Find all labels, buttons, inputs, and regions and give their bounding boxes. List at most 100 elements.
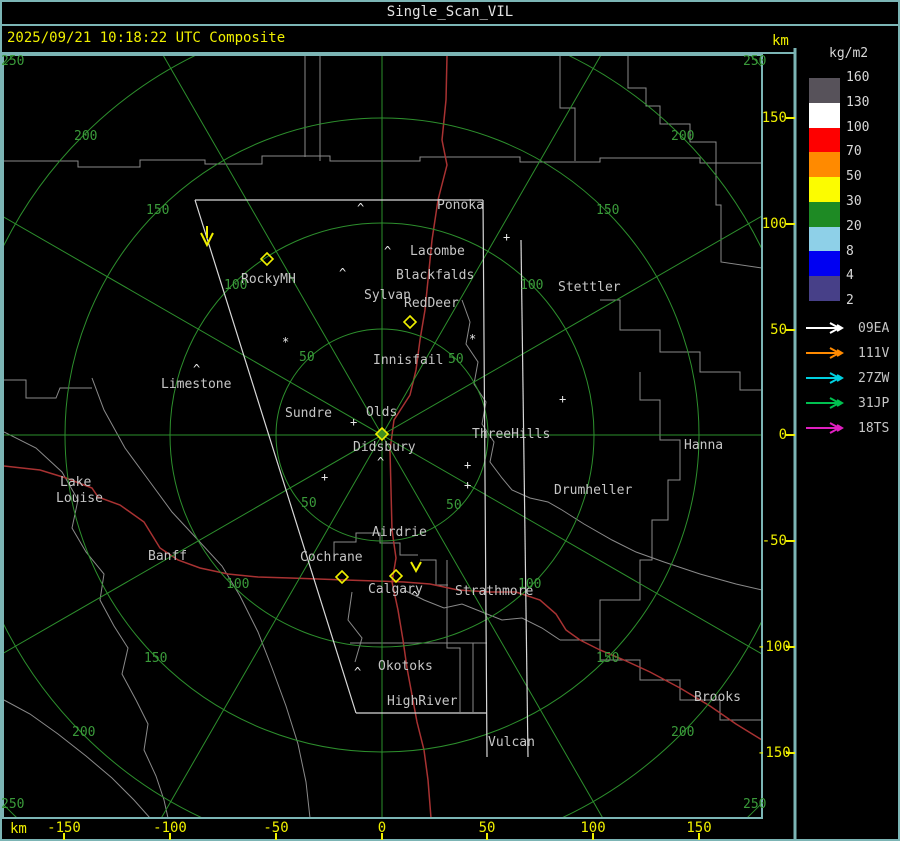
town-marker: ^: [354, 665, 362, 679]
town-label-okotoks: Okotoks: [378, 659, 433, 674]
ring-distance-label: 250: [743, 797, 767, 812]
ring-distance-label: 250: [743, 54, 767, 69]
radar-arrow-icon: [806, 322, 844, 334]
ring-distance-label: 200: [671, 725, 695, 740]
town-label-didsbury: Didsbury: [353, 440, 416, 455]
x-tick: [592, 833, 594, 840]
y-tick: [786, 223, 795, 225]
radar-id-label: 27ZW: [858, 370, 890, 386]
y-tick: [786, 540, 795, 542]
ring-distance-label: 100: [226, 577, 250, 592]
y-tick: [786, 752, 795, 754]
town-label-banff: Banff: [148, 549, 188, 564]
town-label-brooks: Brooks: [694, 690, 741, 705]
colorbar-value: 100: [846, 119, 870, 135]
radar-id-label: 09EA: [858, 320, 890, 336]
colorbar-swatch: [809, 226, 840, 252]
town-marker: ^: [339, 266, 347, 280]
town-label-hanna: Hanna: [684, 438, 724, 453]
town-label-stettler: Stettler: [558, 280, 621, 295]
radar-app-window: Single_Scan_VIL 2025/09/21 10:18:22 UTC …: [0, 0, 900, 841]
town-label-lacombe: Lacombe: [410, 244, 465, 259]
ring-distance-label: 150: [146, 203, 170, 218]
colorbar-value: 20: [846, 218, 862, 234]
y-tick: [786, 434, 795, 436]
radar-legend-row: 18TS: [804, 421, 889, 435]
ring-distance-label: 250: [1, 54, 25, 69]
radar-site-diamond-didsbury: [374, 426, 390, 442]
radar-legend-row: 31JP: [804, 396, 889, 410]
colorbar-value: 8: [846, 243, 854, 259]
x-tick: [275, 833, 277, 840]
colorbar-swatch: [809, 152, 840, 178]
town-marker: +: [503, 230, 511, 244]
y-tick-label: 0: [778, 427, 787, 443]
colorbar: [809, 78, 840, 302]
y-tick-label: -100: [757, 639, 791, 655]
colorbar-value: 160: [846, 70, 870, 85]
ring-distance-label: 100: [520, 278, 544, 293]
town-label-louise: Louise: [56, 491, 103, 506]
town-marker: ^: [411, 589, 419, 603]
radar-id-label: 18TS: [858, 420, 890, 436]
town-label-ponoka: Ponoka: [437, 198, 484, 213]
colorbar-swatch: [809, 177, 840, 202]
town-label-vulcan: Vulcan: [488, 735, 535, 750]
town-marker: +: [464, 478, 472, 492]
ring-distance-label: 50: [446, 498, 462, 513]
ring-distance-label: 150: [596, 651, 620, 666]
town-marker: ^: [377, 455, 385, 469]
town-marker: *: [469, 332, 477, 346]
colorbar-value: 130: [846, 94, 870, 110]
colorbar-swatch: [809, 78, 840, 103]
ring-distance-label: 150: [596, 203, 620, 218]
y-tick-label: 150: [761, 110, 787, 126]
town-marker: *: [282, 335, 290, 349]
colorbar-swatch: [809, 201, 840, 227]
colorbar-swatch: [809, 276, 840, 302]
y-tick-label: 100: [761, 216, 787, 232]
radar-arrow-icon: [806, 372, 844, 384]
town-marker: +: [321, 470, 329, 484]
colorbar-value: 4: [846, 268, 854, 284]
radar-arrow-icon: [806, 422, 844, 434]
ring-distance-label: 200: [72, 725, 96, 740]
colorbar-value: 50: [846, 169, 862, 185]
radar-site-diamond: [334, 569, 350, 585]
colorbar-swatch: [809, 102, 840, 128]
y-tick: [786, 646, 795, 648]
y-tick-label: -150: [757, 745, 791, 761]
town-label-airdrie: Airdrie: [372, 525, 427, 540]
radar-arrow-icon: [806, 347, 844, 359]
ring-distance-label: 100: [518, 577, 542, 592]
ring-distance-label: 100: [224, 278, 248, 293]
x-tick: [698, 833, 700, 840]
town-label-highriver: HighRiver: [387, 694, 458, 709]
radar-map[interactable]: [0, 0, 900, 841]
town-label-drumheller: Drumheller: [554, 483, 633, 498]
town-label-threehills: ThreeHills: [472, 427, 551, 442]
ring-distance-label: 250: [1, 797, 25, 812]
x-tick: [486, 833, 488, 840]
town-label-cochrane: Cochrane: [300, 550, 363, 565]
ring-distance-label: 200: [74, 129, 98, 144]
town-label-blackfalds: Blackfalds: [396, 268, 475, 283]
town-label-sundre: Sundre: [285, 406, 332, 421]
x-tick: [169, 833, 171, 840]
y-tick: [786, 117, 795, 119]
town-label-rockymh: RockyMH: [241, 272, 296, 287]
town-label-innisfail: Innisfail: [373, 353, 444, 368]
ring-distance-label: 50: [299, 350, 315, 365]
chevron-mark: [410, 561, 422, 574]
ring-distance-label: 50: [448, 352, 464, 367]
ring-distance-label: 50: [301, 496, 317, 511]
ring-distance-label: 200: [671, 129, 695, 144]
colorbar-value: 70: [846, 144, 862, 160]
window-frame: [0, 0, 900, 841]
y-tick-label: -50: [761, 533, 787, 549]
radar-id-label: 111V: [858, 345, 890, 361]
town-label-limestone: Limestone: [161, 377, 232, 392]
town-marker: ^: [384, 244, 392, 258]
town-marker: +: [559, 392, 567, 406]
x-tick: [63, 833, 65, 840]
